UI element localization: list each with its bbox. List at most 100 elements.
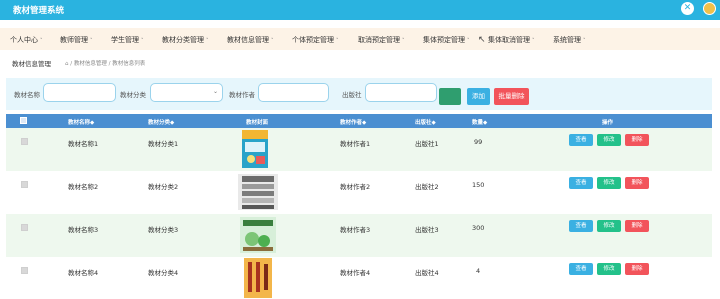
cell-category: 教材分类3 [148, 226, 179, 234]
view-button[interactable]: 查看 [569, 177, 593, 189]
cell-author: 教材作者1 [340, 140, 371, 148]
delete-button[interactable]: 删除 [625, 177, 649, 189]
page-title: 教材信息管理 [12, 60, 51, 68]
main-nav: 个人中心 ˅ 教师管理 ˅ 学生管理 ˅ 教材分类管理 ˅ 教材信息管理 ˅ 个体预定管理… [0, 28, 720, 50]
cell-quantity: 300 [472, 224, 485, 232]
search-button[interactable] [439, 88, 461, 105]
nav-item-label: 教师管理 [60, 36, 88, 44]
chevron-down-icon: ˅ [271, 38, 274, 44]
nav-item-group-booking[interactable]: 集体预定管理 ˅ [423, 35, 470, 45]
mouse-cursor-icon: ↖ [478, 35, 486, 45]
nav-item-group-cancel[interactable]: 集体取消管理 ˅ [488, 35, 535, 45]
nav-item-textbook-info-mgmt[interactable]: 教材信息管理 ˅ [227, 35, 274, 45]
table-row: 教材名称1 教材分类1 教材作者1 出版社1 99 查看 修改 删除 [6, 128, 712, 171]
cell-name: 教材名称1 [68, 140, 99, 148]
publisher-input[interactable] [365, 83, 437, 102]
nav-item-cancel-booking[interactable]: 取消预定管理 ˅ [358, 35, 405, 45]
chevron-down-icon: ˅ [583, 38, 586, 44]
nav-item-label: 系统管理 [553, 36, 581, 44]
cell-quantity: 150 [472, 181, 485, 189]
chevron-down-icon: ˅ [40, 38, 43, 44]
select-all-checkbox[interactable] [20, 117, 27, 124]
batch-delete-button[interactable]: 批量删除 [494, 88, 529, 105]
header-quantity[interactable]: 数量◆ [472, 118, 487, 126]
chevron-down-icon: ˅ [532, 38, 535, 44]
name-label: 教材名称 [14, 91, 40, 99]
book-cover-image [238, 174, 278, 210]
cell-publisher: 出版社3 [415, 226, 439, 234]
cell-author: 教材作者3 [340, 226, 371, 234]
cell-name: 教材名称4 [68, 269, 99, 277]
edit-button[interactable]: 修改 [597, 134, 621, 146]
nav-item-label: 取消预定管理 [358, 36, 400, 44]
cell-name: 教材名称2 [68, 183, 99, 191]
author-label: 教材作者 [229, 91, 255, 99]
add-button[interactable]: 添加 [467, 88, 490, 105]
book-cover-image [242, 130, 268, 168]
nav-item-label: 教材分类管理 [162, 36, 204, 44]
cell-quantity: 99 [474, 138, 483, 146]
book-cover-image [240, 217, 276, 253]
chevron-down-icon: ˅ [467, 38, 470, 44]
header-category[interactable]: 教材分类◆ [148, 118, 174, 126]
avatar[interactable] [703, 2, 716, 15]
edit-button[interactable]: 修改 [597, 263, 621, 275]
row-checkbox[interactable] [21, 181, 28, 188]
cell-quantity: 4 [476, 267, 481, 275]
page-header: 教材信息管理 ⌂ / 教材信息管理 / 教材信息列表 [0, 53, 720, 73]
cell-author: 教材作者4 [340, 269, 371, 277]
cell-category: 教材分类1 [148, 140, 179, 148]
cell-author: 教材作者2 [340, 183, 371, 191]
row-checkbox[interactable] [21, 138, 28, 145]
nav-item-personal-center[interactable]: 个人中心 ˅ [10, 35, 43, 45]
header-name[interactable]: 教材名称◆ [68, 118, 94, 126]
row-checkbox[interactable] [21, 267, 28, 274]
delete-button[interactable]: 删除 [625, 134, 649, 146]
delete-button[interactable]: 删除 [625, 220, 649, 232]
nav-item-individual-booking[interactable]: 个体预定管理 ˅ [292, 35, 339, 45]
textbook-table: 教材名称◆ 教材分类◆ 教材封面 教材作者◆ 出版社◆ 数量◆ 操作 教材名称1… [6, 114, 712, 299]
view-button[interactable]: 查看 [569, 220, 593, 232]
delete-button[interactable]: 删除 [625, 263, 649, 275]
publisher-label: 出版社 [342, 91, 362, 99]
chevron-down-icon: ˅ [141, 38, 144, 44]
table-row: 教材名称3 教材分类3 教材作者3 出版社3 300 查看 修改 删除 [6, 214, 712, 257]
edit-button[interactable]: 修改 [597, 177, 621, 189]
cell-name: 教材名称3 [68, 226, 99, 234]
name-input[interactable] [43, 83, 116, 102]
header-publisher[interactable]: 出版社◆ [415, 118, 436, 126]
nav-item-label: 学生管理 [111, 36, 139, 44]
app-title: 教材管理系统 [13, 6, 65, 16]
nav-item-label: 教材信息管理 [227, 36, 269, 44]
nav-item-category-mgmt[interactable]: 教材分类管理 ˅ [162, 35, 209, 45]
nav-item-teacher-mgmt[interactable]: 教师管理 ˅ [60, 35, 93, 45]
search-bar: 教材名称 教材分类 ⌄ 教材作者 出版社 添加 批量删除 [6, 78, 712, 110]
book-cover-image [244, 258, 272, 298]
view-button[interactable]: 查看 [569, 134, 593, 146]
close-icon[interactable]: ✕ [681, 2, 694, 15]
nav-item-label: 个体预定管理 [292, 36, 334, 44]
cell-category: 教材分类2 [148, 183, 179, 191]
cell-category: 教材分类4 [148, 269, 179, 277]
chevron-down-icon: ˅ [336, 38, 339, 44]
header-author[interactable]: 教材作者◆ [340, 118, 366, 126]
cell-publisher: 出版社2 [415, 183, 439, 191]
category-select[interactable]: ⌄ [150, 83, 223, 102]
header-cover: 教材封面 [246, 120, 269, 126]
nav-item-label: 集体预定管理 [423, 36, 465, 44]
nav-item-system-mgmt[interactable]: 系统管理 ˅ [553, 35, 586, 45]
nav-item-label: 集体取消管理 [488, 36, 530, 44]
cell-publisher: 出版社1 [415, 140, 439, 148]
chevron-down-icon: ˅ [206, 38, 209, 44]
view-button[interactable]: 查看 [569, 263, 593, 275]
top-bar: 教材管理系统 ✕ [0, 0, 720, 20]
breadcrumb: ⌂ / 教材信息管理 / 教材信息列表 [65, 61, 146, 67]
edit-button[interactable]: 修改 [597, 220, 621, 232]
row-checkbox[interactable] [21, 224, 28, 231]
nav-item-student-mgmt[interactable]: 学生管理 ˅ [111, 35, 144, 45]
author-input[interactable] [258, 83, 329, 102]
table-header: 教材名称◆ 教材分类◆ 教材封面 教材作者◆ 出版社◆ 数量◆ 操作 [6, 114, 712, 128]
chevron-down-icon: ⌄ [212, 88, 218, 95]
table-row: 教材名称2 教材分类2 教材作者2 出版社2 150 查看 修改 删除 [6, 171, 712, 214]
cell-publisher: 出版社4 [415, 269, 439, 277]
